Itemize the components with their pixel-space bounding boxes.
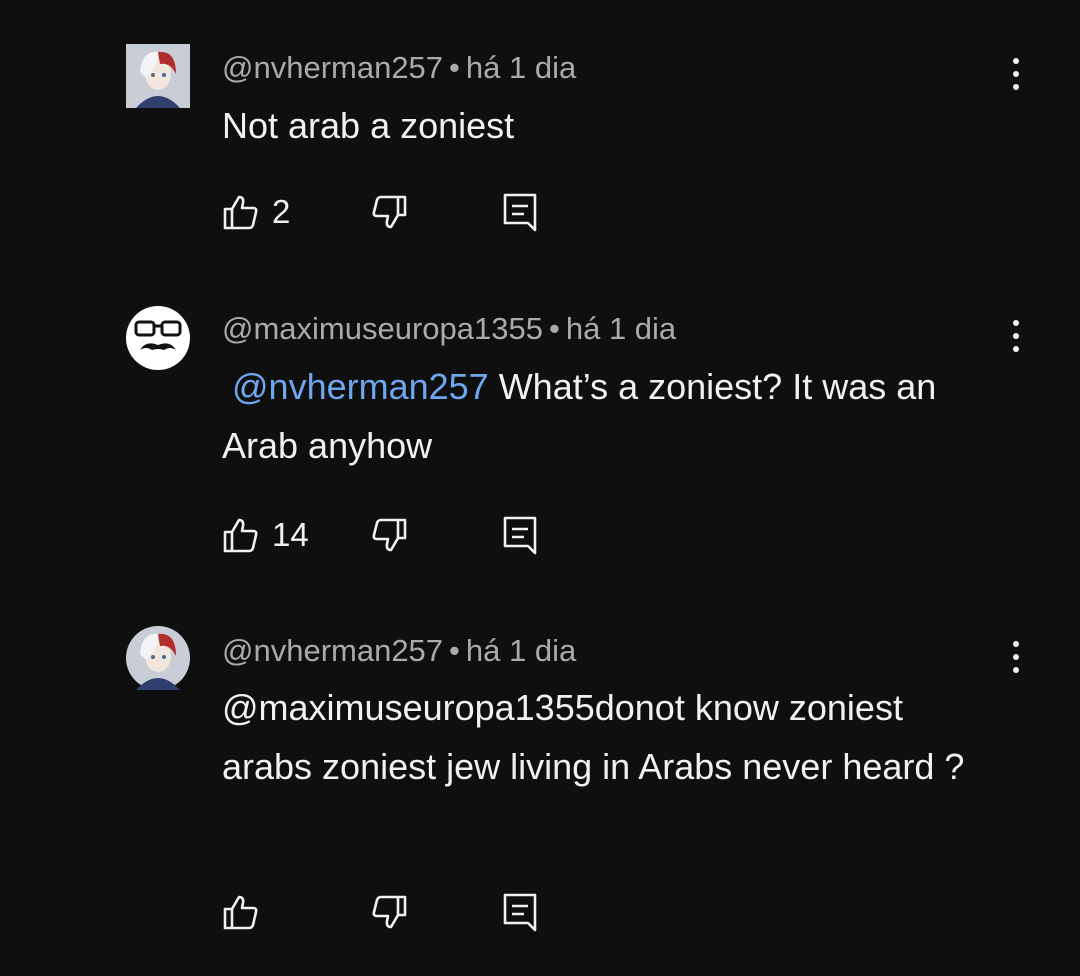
comment-actions: 14: [222, 513, 562, 557]
mention-link[interactable]: @nvherman257: [232, 366, 489, 407]
dislike-button[interactable]: [370, 190, 408, 234]
comment-meta: @nvherman257 • há 1 dia: [222, 633, 576, 669]
comment-actions: 2: [222, 190, 562, 234]
comment-2: @maximuseuropa1355 • há 1 dia @nvherman257…: [0, 260, 1080, 590]
thumbs-down-icon: [372, 518, 407, 552]
dislike-button[interactable]: [370, 513, 408, 557]
thumbs-down-icon: [372, 895, 407, 929]
separator: •: [449, 50, 460, 85]
like-button[interactable]: 2: [222, 190, 290, 234]
more-options-button[interactable]: [1000, 312, 1032, 360]
more-vertical-icon: [1013, 641, 1019, 647]
timestamp[interactable]: há 1 dia: [466, 633, 576, 668]
avatar[interactable]: [126, 306, 190, 370]
more-options-button[interactable]: [1000, 633, 1032, 681]
separator: •: [548, 311, 560, 346]
comment-1: @nvherman257 • há 1 dia Not arab a zoniest…: [0, 0, 1080, 260]
more-options-button[interactable]: [1000, 50, 1032, 98]
like-count: 14: [272, 516, 309, 553]
reply-button[interactable]: [502, 190, 538, 234]
author-handle[interactable]: @maximuseuropa1355: [222, 311, 543, 346]
like-button[interactable]: 14: [222, 513, 309, 557]
comment-meta: @nvherman257 • há 1 dia: [222, 50, 576, 86]
dislike-button[interactable]: [370, 890, 408, 934]
reply-comment-icon: [503, 516, 537, 555]
thumbs-up-icon: [223, 518, 258, 553]
reply-comment-icon: [503, 893, 537, 932]
reply-button[interactable]: [502, 890, 538, 934]
thumbs-down-icon: [372, 195, 407, 229]
reply-comment-icon: [503, 193, 537, 232]
timestamp[interactable]: há 1 dia: [466, 50, 576, 85]
comment-body: Not arab a zoniest: [222, 105, 515, 146]
comment-text: @nvherman257 What’s a zoniest? It was an…: [222, 357, 1012, 475]
comment-actions: [222, 890, 562, 934]
reply-button[interactable]: [502, 513, 538, 557]
comment-meta: @maximuseuropa1355 • há 1 dia: [222, 311, 676, 347]
avatar[interactable]: [126, 44, 190, 108]
comment-text: Not arab a zoniest: [222, 96, 1022, 155]
more-vertical-icon: [1013, 320, 1019, 326]
separator: •: [449, 633, 460, 668]
comment-body: @maximuseuropa1355donot know zoniest ara…: [222, 687, 965, 787]
author-handle[interactable]: @nvherman257: [222, 50, 443, 85]
comment-text: @maximuseuropa1355donot know zoniest ara…: [222, 678, 1002, 796]
thumbs-up-icon: [223, 895, 258, 930]
thumbs-up-icon: [223, 195, 258, 230]
author-handle[interactable]: @nvherman257: [222, 633, 443, 668]
avatar[interactable]: [126, 626, 190, 690]
more-vertical-icon: [1013, 58, 1019, 64]
comment-3: @nvherman257 • há 1 dia @maximuseuropa1355…: [0, 590, 1080, 976]
like-count: 2: [272, 193, 291, 230]
timestamp[interactable]: há 1 dia: [566, 311, 676, 346]
like-button[interactable]: [222, 890, 272, 934]
